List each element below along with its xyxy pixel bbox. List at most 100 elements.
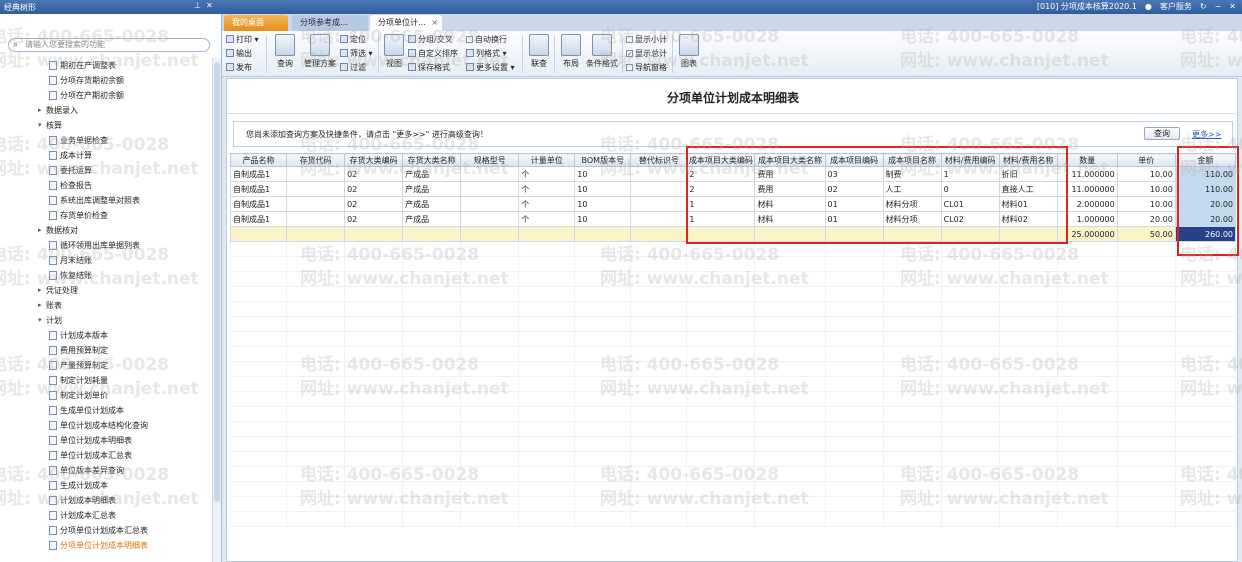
sidebar-item[interactable]: 产量预算制定 <box>0 358 212 373</box>
table-cell[interactable]: 材料分项 <box>882 211 942 227</box>
column-header[interactable]: 成本项目大类名称 <box>754 153 826 167</box>
column-header[interactable]: 成本项目编码 <box>824 153 884 167</box>
chevron-down-icon[interactable]: ▾ <box>38 313 42 328</box>
table-cell[interactable]: 材料 <box>754 196 826 212</box>
filter-button[interactable]: 筛选 ▾ <box>340 48 373 60</box>
chevron-right-icon[interactable]: ▸ <box>38 298 42 313</box>
table-row[interactable]: 自制成品1 02 产成品个 10 2 费用 02 人工 0 直接人工 11.000000 10.00 1… <box>229 181 1237 197</box>
sidebar-item[interactable]: 分项单位计划成本汇总表 <box>0 523 212 538</box>
cond-format-button[interactable]: 条件格式 <box>584 34 620 69</box>
table-cell[interactable]: 02 <box>344 166 404 182</box>
table-cell[interactable]: 直接人工 <box>998 181 1058 197</box>
column-header[interactable]: 存货大类名称 <box>402 153 462 167</box>
table-cell[interactable]: 2 <box>686 166 756 182</box>
locate-button[interactable]: 定位 <box>340 34 366 46</box>
sidebar-item[interactable]: 月末结账 <box>0 253 212 268</box>
auto-wrap-toggle[interactable]: 自动换行 <box>466 34 507 46</box>
table-cell[interactable]: 产成品 <box>402 211 462 227</box>
show-subtotal-toggle[interactable]: 显示小计 <box>626 34 667 46</box>
table-cell[interactable]: 自制成品1 <box>229 181 288 197</box>
column-format-button[interactable]: 列格式 ▾ <box>466 48 507 60</box>
window-close-icon[interactable]: ✕ <box>1229 2 1236 11</box>
table-cell[interactable] <box>630 181 688 197</box>
sidebar-scrollbar[interactable] <box>212 58 221 562</box>
show-subtotal-checkbox[interactable] <box>626 36 633 43</box>
minimize-icon[interactable]: − <box>1215 2 1222 11</box>
table-cell[interactable]: 费用 <box>754 181 826 197</box>
sidebar-item[interactable]: 生成单位计划成本 <box>0 403 212 418</box>
table-cell[interactable]: 02 <box>824 181 884 197</box>
tab-close-icon[interactable]: × <box>431 15 438 30</box>
table-cell[interactable]: 自制成品1 <box>229 211 288 227</box>
sidebar-search-input[interactable]: ⌕ 请输入您要搜索的功能 <box>8 38 210 52</box>
sidebar-group[interactable]: ▸ 账表 <box>0 298 212 313</box>
table-cell[interactable] <box>286 181 346 197</box>
table-cell[interactable] <box>460 181 520 197</box>
table-cell[interactable]: 110.00 <box>1174 166 1237 182</box>
table-cell[interactable]: 20.00 <box>1174 196 1237 212</box>
table-cell[interactable]: 01 <box>824 196 884 212</box>
table-cell[interactable] <box>460 196 520 212</box>
table-cell[interactable]: 20.00 <box>1174 211 1237 227</box>
sidebar-item[interactable]: 分项单位计划成本明细表 <box>0 538 212 553</box>
show-total-checkbox[interactable] <box>626 48 633 60</box>
table-cell[interactable]: 2.000000 <box>1056 196 1118 212</box>
table-cell[interactable]: 材料02 <box>998 211 1058 227</box>
sidebar-item[interactable]: 循环领用出库单据列表 <box>0 238 212 253</box>
pin-icon[interactable]: ⊥ <box>194 1 201 10</box>
table-cell[interactable]: 1 <box>940 166 1000 182</box>
table-cell[interactable]: 个 <box>518 196 576 212</box>
query-toolbar-button[interactable]: 查询 <box>268 34 302 69</box>
sidebar-item[interactable]: 计划成本版本 <box>0 328 212 343</box>
sidebar-group[interactable]: ▸ 数据录入 <box>0 103 212 118</box>
group-button[interactable]: 分组/交叉 <box>408 34 453 46</box>
sidebar-item[interactable]: 成本计算 <box>0 148 212 163</box>
table-cell[interactable]: 02 <box>344 181 404 197</box>
sidebar-group[interactable]: ▸ 凭证处理 <box>0 283 212 298</box>
table-cell[interactable] <box>286 196 346 212</box>
tab-desktop[interactable]: 我的桌面 <box>224 15 288 31</box>
table-cell[interactable]: 10 <box>574 196 632 212</box>
table-cell[interactable]: CL02 <box>940 211 1000 227</box>
table-cell[interactable]: 0 <box>940 181 1000 197</box>
table-row[interactable]: 自制成品1 02 产成品个 10 1 材料 01 材料分项 CL01 材料01 2.000000 10… <box>229 196 1237 212</box>
table-cell[interactable] <box>630 211 688 227</box>
more-link[interactable]: 更多>> <box>1192 129 1221 140</box>
sidebar-item[interactable]: 单位计划成本结构化查询 <box>0 418 212 433</box>
table-cell[interactable]: 110.00 <box>1174 181 1237 197</box>
sidebar-item[interactable]: 委托运算 <box>0 163 212 178</box>
filter2-button[interactable]: 过滤 <box>340 62 366 74</box>
sidebar-item[interactable]: 生成计划成本 <box>0 478 212 493</box>
column-header[interactable]: 材料/费用名称 <box>998 153 1058 167</box>
sidebar-group[interactable]: ▸ 数据核对 <box>0 223 212 238</box>
sidebar-item[interactable]: 系统出库调整单对照表 <box>0 193 212 208</box>
table-cell[interactable]: 11.000000 <box>1056 166 1118 182</box>
table-cell[interactable] <box>630 166 688 182</box>
sidebar-item[interactable]: 单位计划成本汇总表 <box>0 448 212 463</box>
table-cell[interactable]: 自制成品1 <box>229 196 288 212</box>
table-cell[interactable]: 1.000000 <box>1056 211 1118 227</box>
table-cell[interactable]: 02 <box>344 196 404 212</box>
sidebar-item[interactable]: 单位版本差异查询 <box>0 463 212 478</box>
sidebar-item[interactable]: 分项存货期初余额 <box>0 73 212 88</box>
layout-button[interactable]: 布局 <box>556 34 586 69</box>
table-cell[interactable]: 10 <box>574 166 632 182</box>
auto-wrap-checkbox[interactable] <box>466 36 473 43</box>
sidebar-group[interactable]: ▾ 核算 <box>0 118 212 133</box>
column-header[interactable]: 产品名称 <box>229 153 288 167</box>
table-cell[interactable] <box>286 211 346 227</box>
sidebar-item[interactable]: 费用预算制定 <box>0 343 212 358</box>
sidebar-item[interactable]: 分项在产期初余额 <box>0 88 212 103</box>
refresh-icon[interactable]: ↻ <box>1200 2 1207 11</box>
table-cell[interactable]: 01 <box>824 211 884 227</box>
sidebar-item[interactable]: 业务单据检查 <box>0 133 212 148</box>
sidebar-item[interactable]: 单位计划成本明细表 <box>0 433 212 448</box>
table-cell[interactable]: 10.00 <box>1116 181 1176 197</box>
table-cell[interactable]: 产成品 <box>402 166 462 182</box>
table-cell[interactable]: 个 <box>518 166 576 182</box>
table-cell[interactable]: 10.00 <box>1116 166 1176 182</box>
table-cell[interactable]: 材料分项 <box>882 196 942 212</box>
column-header[interactable]: 替代标识号 <box>630 153 688 167</box>
table-cell[interactable] <box>460 166 520 182</box>
custom-sort-button[interactable]: 自定义排序 <box>408 48 458 60</box>
